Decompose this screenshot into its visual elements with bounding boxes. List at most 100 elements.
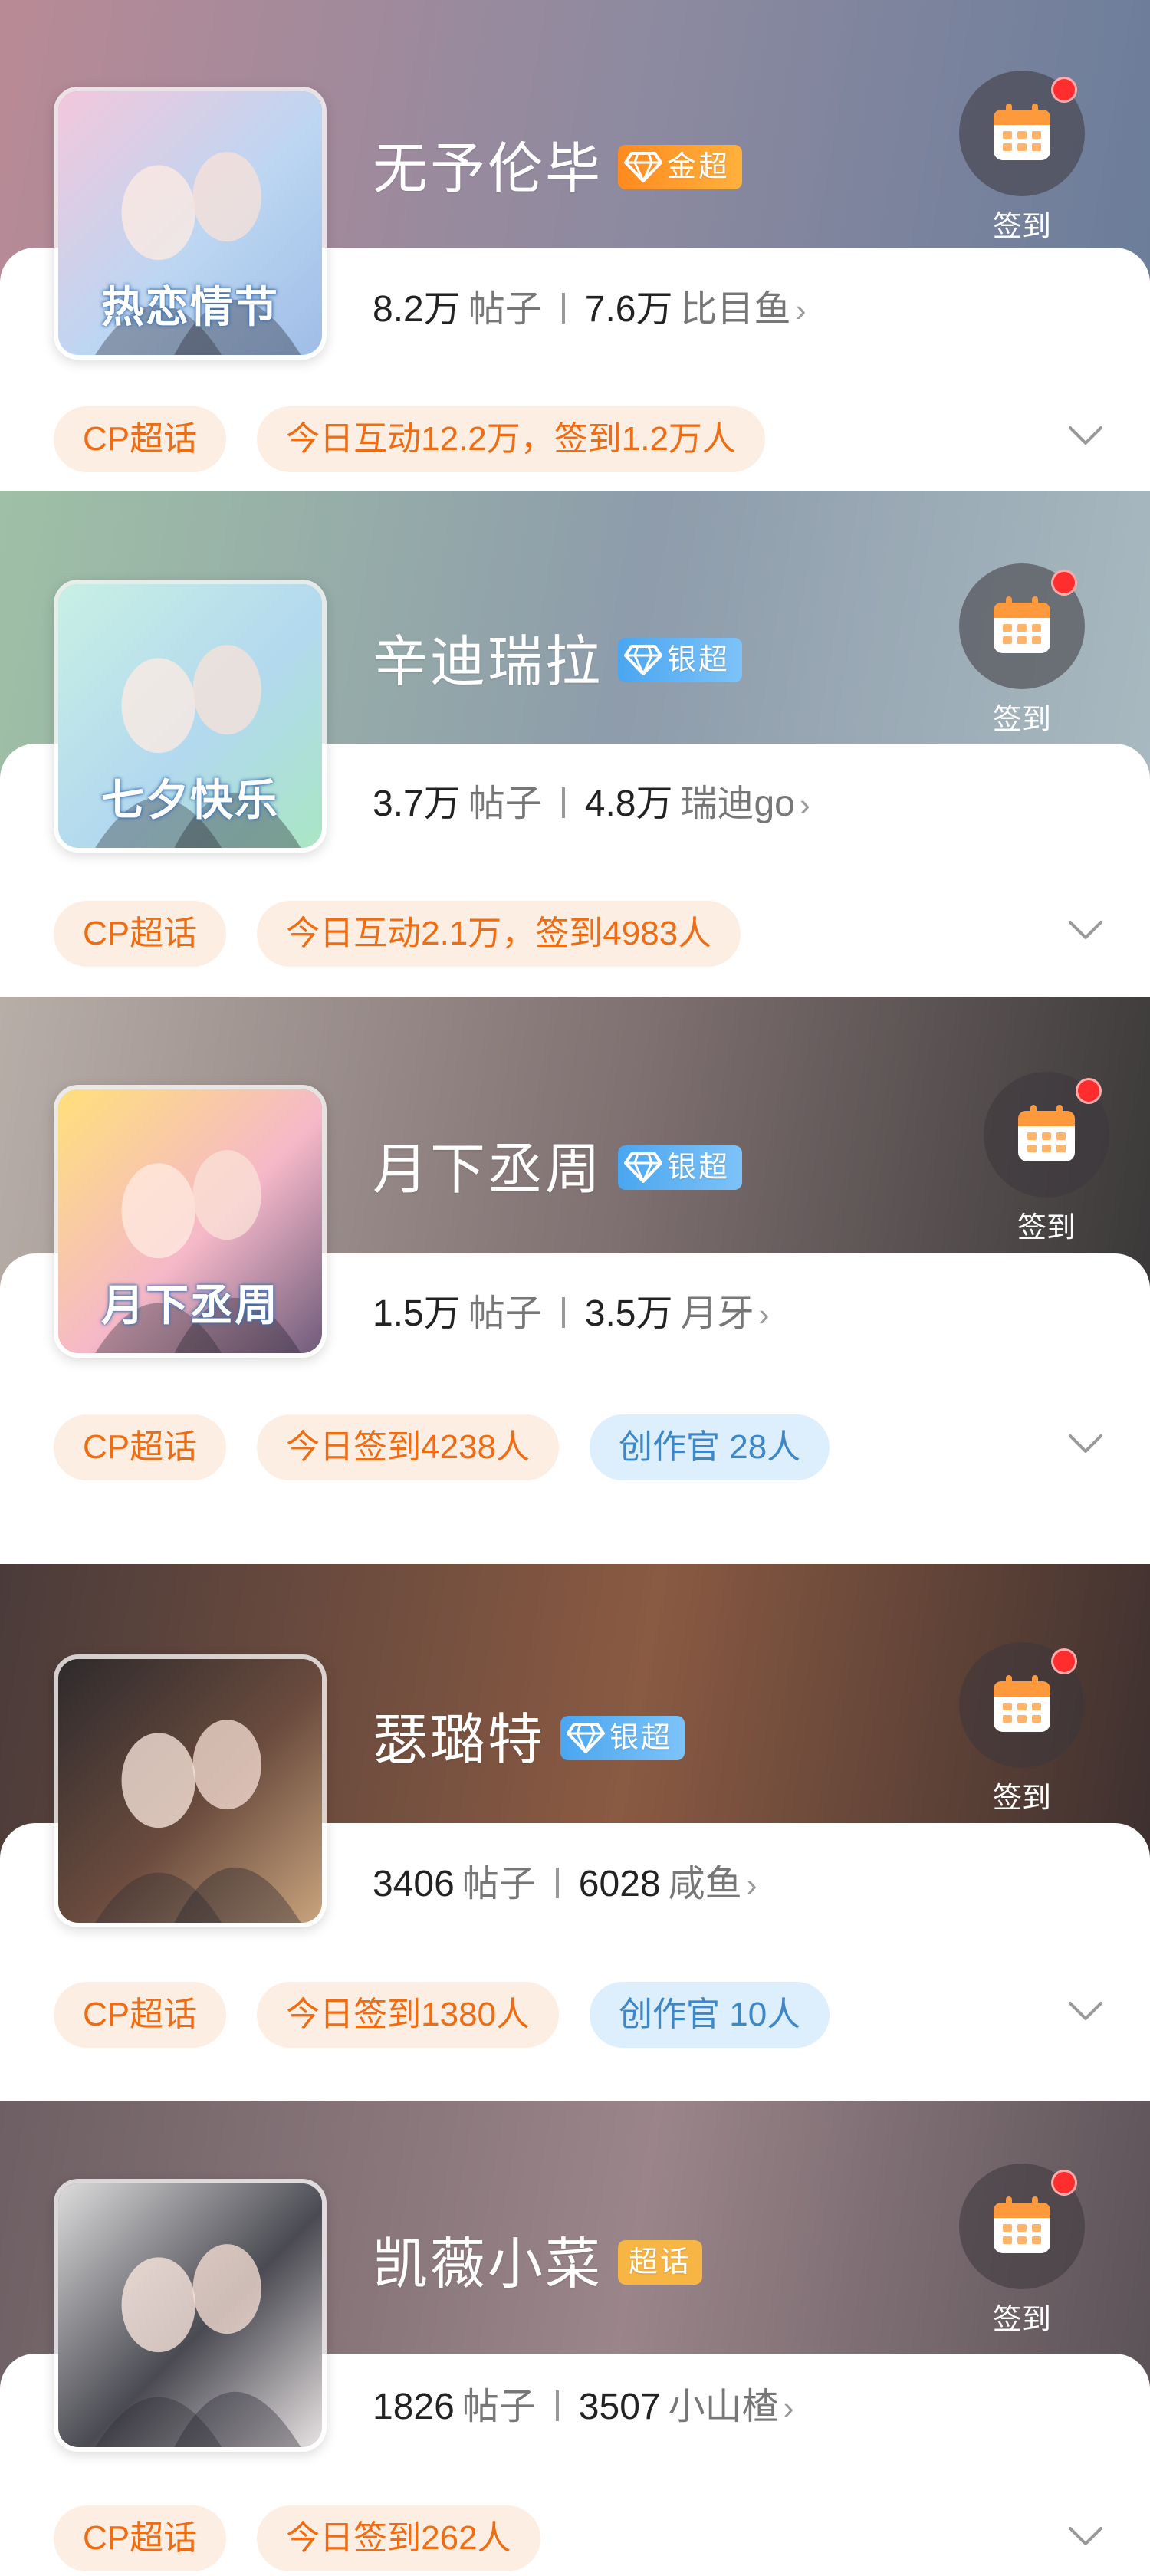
super-topic-card[interactable]: 瑟璐特 银超 签到 3406 帖子 6028 咸鱼 › CP超话 今日签到1380人 创作官 10人 [0, 1564, 1150, 2101]
topic-tag-chip[interactable]: 今日签到262人 [257, 2505, 540, 2571]
topic-tag-chip[interactable]: 创作官 10人 [590, 1982, 830, 2048]
super-topic-card[interactable]: 热恋情节 无予伦毕 金超 签到 8.2万 帖子 7.6万 比目鱼 › CP超话 今日互动12.2万，… [0, 0, 1150, 491]
topic-title[interactable]: 瑟璐特 银超 [373, 1713, 685, 1768]
topic-title[interactable]: 辛迪瑞拉 银超 [373, 632, 743, 693]
checkin-button[interactable]: 签到 [957, 71, 1087, 245]
topic-cover-image[interactable]: 七夕快乐 [54, 580, 327, 853]
expand-chevron-icon[interactable] [1064, 414, 1107, 457]
checkin-icon-circle [984, 1072, 1109, 1198]
fan-count: 6028 [578, 1864, 661, 1904]
fan-group-name: 比目鱼 [680, 289, 791, 330]
topic-tag-chip[interactable]: 今日签到4238人 [257, 1414, 560, 1480]
post-count: 1.5万 [373, 1293, 461, 1334]
topic-tag-chip[interactable]: 创作官 28人 [590, 1414, 830, 1480]
topic-stats: 1826 帖子 3507 小山楂 › [373, 2389, 794, 2426]
checkin-button[interactable]: 签到 [981, 1072, 1112, 1246]
topic-tag-chip[interactable]: 今日互动2.1万，签到4983人 [257, 901, 741, 967]
topic-tag-chip[interactable]: CP超话 [54, 406, 227, 472]
expand-chevron-icon[interactable] [1064, 1422, 1107, 1465]
post-count-label: 帖子 [468, 289, 542, 330]
post-count: 3406 [373, 1864, 455, 1904]
calendar-icon [994, 1675, 1050, 1732]
fan-group-link[interactable]: 3507 小山楂 › [579, 2387, 794, 2427]
topic-tag-chip[interactable]: CP超话 [54, 901, 227, 967]
topic-tag-chip[interactable]: CP超话 [54, 1414, 227, 1480]
topic-cover-image[interactable]: 热恋情节 [54, 87, 327, 360]
fan-group-link[interactable]: 4.8万 瑞迪go › [585, 784, 810, 824]
topic-tags: CP超话 今日互动12.2万，签到1.2万人 [54, 406, 796, 472]
diamond-icon [624, 644, 663, 675]
chevron-down-icon [1069, 1434, 1102, 1453]
topic-title-text: 月下丞周 [373, 1139, 603, 1201]
post-count-label: 帖子 [462, 1864, 536, 1904]
chevron-right-icon: › [746, 1867, 757, 1903]
badge-label: 银超 [667, 643, 731, 676]
post-count-label: 帖子 [468, 1293, 542, 1334]
expand-chevron-icon[interactable] [1064, 2515, 1107, 2558]
checkin-label: 签到 [1017, 1212, 1076, 1244]
super-topic-card[interactable]: 凯薇小菜 超话签到 1826 帖子 3507 小山楂 › CP超话 今日签到262人 [0, 2101, 1150, 2576]
topic-tag-chip[interactable]: 今日互动12.2万，签到1.2万人 [257, 406, 765, 472]
topic-cover-image[interactable]: 月下丞周 [54, 1085, 327, 1358]
chevron-down-icon [1069, 2527, 1102, 2545]
calendar-icon [994, 596, 1050, 653]
fan-group-name: 瑞迪go [680, 784, 795, 824]
badge-label: 银超 [667, 1151, 731, 1184]
fan-group-link[interactable]: 6028 咸鱼 › [579, 1864, 757, 1904]
fan-group-link[interactable]: 3.5万 月牙 › [585, 1293, 770, 1334]
fan-group-name: 小山楂 [668, 2387, 779, 2427]
checkin-label: 签到 [992, 211, 1051, 243]
topic-tag-chip[interactable]: 今日签到1380人 [257, 1982, 560, 2048]
post-count: 1826 [373, 2387, 455, 2427]
calendar-icon [994, 104, 1050, 160]
expand-chevron-icon[interactable] [1064, 909, 1107, 951]
checkin-button[interactable]: 签到 [957, 1642, 1087, 1816]
topic-level-badge: 超话 [618, 2239, 703, 2285]
expand-chevron-icon[interactable] [1064, 1990, 1107, 2032]
cover-art [58, 2183, 322, 2447]
checkin-icon-circle [959, 2164, 1085, 2289]
fan-group-name: 咸鱼 [668, 1864, 742, 1904]
topic-stats: 1.5万 帖子 3.5万 月牙 › [373, 1296, 770, 1332]
diamond-icon [567, 1722, 606, 1753]
checkin-label: 签到 [992, 2304, 1051, 2336]
topic-title[interactable]: 无予伦毕 金超 [373, 139, 743, 200]
post-count-label: 帖子 [462, 2387, 536, 2427]
topic-cover-image[interactable] [54, 1654, 327, 1927]
super-topic-card[interactable]: 月下丞周 月下丞周 银超 签到 1.5万 帖子 3.5万 月牙 › CP超话 今日签到4238人 创作… [0, 997, 1150, 1564]
chevron-down-icon [1069, 2002, 1102, 2020]
topic-level-badge: 银超 [618, 637, 743, 682]
cover-caption: 七夕快乐 [101, 776, 279, 824]
topic-title[interactable]: 月下丞周 银超 [373, 1139, 743, 1201]
topic-tags: CP超话 今日签到1380人 创作官 10人 [54, 1982, 860, 2048]
calendar-icon [994, 2196, 1050, 2253]
checkin-icon-circle [959, 564, 1085, 689]
topic-stats: 8.2万 帖子 7.6万 比目鱼 › [373, 291, 807, 328]
topic-title-text: 辛迪瑞拉 [373, 632, 603, 693]
cover-caption: 热恋情节 [101, 283, 279, 331]
checkin-label: 签到 [992, 704, 1051, 736]
topic-title-text: 无予伦毕 [373, 139, 603, 200]
cover-caption: 月下丞周 [101, 1281, 279, 1329]
diamond-icon [624, 1152, 663, 1183]
topic-title-text: 瑟璐特 [373, 1710, 546, 1771]
checkin-button[interactable]: 签到 [957, 2164, 1087, 2338]
topic-tag-chip[interactable]: CP超话 [54, 2505, 227, 2571]
stats-divider [561, 1297, 565, 1329]
stats-divider [561, 293, 565, 324]
topic-level-badge: 银超 [560, 1715, 685, 1760]
fan-group-link[interactable]: 7.6万 比目鱼 › [585, 289, 807, 330]
cover-art [58, 1659, 322, 1923]
topic-level-badge: 银超 [618, 1145, 743, 1190]
calendar-icon [1018, 1105, 1075, 1162]
fan-count: 3507 [578, 2387, 661, 2427]
super-topic-card[interactable]: 七夕快乐 辛迪瑞拉 银超 签到 3.7万 帖子 4.8万 瑞迪go › CP超话 今日互动2.1万，… [0, 491, 1150, 997]
notification-dot [1076, 1078, 1102, 1104]
topic-title[interactable]: 凯薇小菜 超话 [373, 2237, 703, 2292]
checkin-button[interactable]: 签到 [957, 564, 1087, 738]
topic-tag-chip[interactable]: CP超话 [54, 1982, 227, 2048]
badge-label: 银超 [610, 1721, 673, 1754]
notification-dot [1051, 1648, 1077, 1674]
fan-count: 4.8万 [584, 784, 673, 824]
topic-cover-image[interactable] [54, 2179, 327, 2452]
